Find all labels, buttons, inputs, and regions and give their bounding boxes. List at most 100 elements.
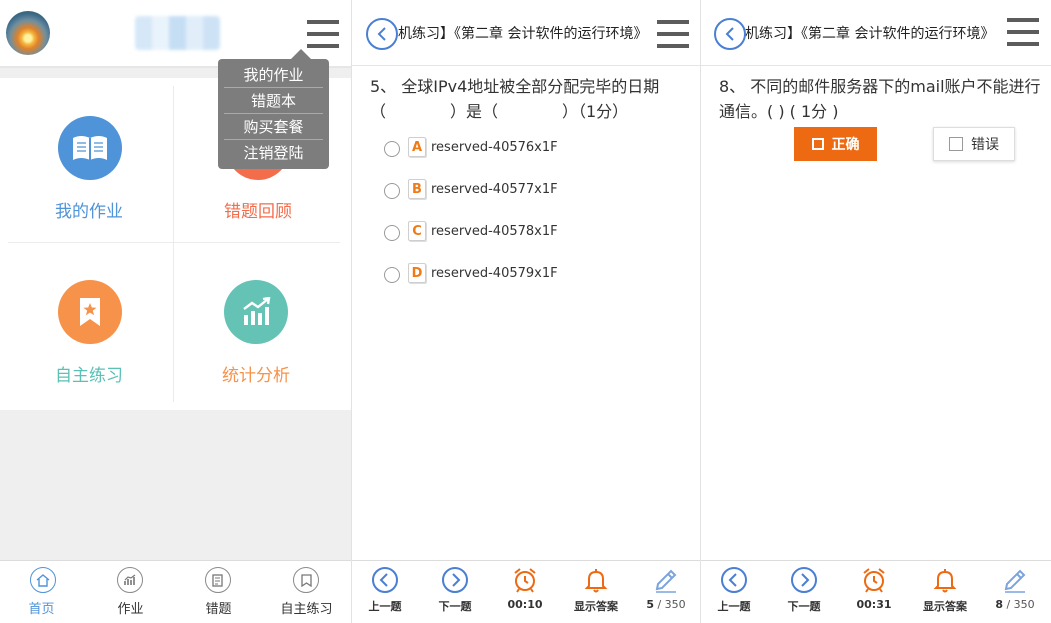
question-toolbar: 上一题 下一题 00:31 显示答案 8 / 350 [701, 560, 1051, 623]
option-text: reserved-40579x1F [431, 266, 558, 281]
question-panel-5: 机练习】《第二章 会计软件的运行环境》 5、 全球IPv4地址被全部分配完毕的日… [351, 0, 700, 623]
arrow-right-circle-icon [441, 566, 469, 594]
nav-label: 错题 [205, 602, 232, 617]
false-label: 错误 [971, 137, 999, 153]
show-answer-button[interactable]: 显示答案 [910, 561, 980, 623]
pencil-icon [652, 566, 680, 594]
back-button[interactable] [714, 18, 746, 50]
nav-label: 首页 [28, 602, 55, 617]
radio-button[interactable] [384, 141, 400, 157]
notebook-icon [205, 567, 231, 593]
tile-label: 错题回顾 [224, 202, 292, 222]
next-question-button[interactable]: 下一题 [769, 561, 839, 623]
chevron-left-icon [725, 27, 734, 41]
current-page: 5 [646, 598, 654, 611]
bottom-nav: 首页 作业 错题 自主练习 [0, 560, 351, 623]
page-counter: 5 / 350 [631, 598, 700, 611]
prev-question-button[interactable]: 上一题 [701, 561, 769, 623]
true-label: 正确 [831, 137, 860, 153]
question-header: 机练习】《第二章 会计软件的运行环境》 [352, 0, 700, 66]
question-progress[interactable]: 8 / 350 [980, 561, 1050, 623]
question-header: 机练习】《第二章 会计软件的运行环境》 [701, 0, 1051, 66]
question-text: 5、 全球IPv4地址被全部分配完毕的日期（ ）是（ ）（1分） [370, 77, 660, 121]
option-letter: A [408, 137, 426, 157]
timer-value: 00:31 [856, 598, 892, 611]
back-button[interactable] [366, 18, 398, 50]
menu-item-logout[interactable]: 注销登陆 [224, 140, 323, 166]
option-text: reserved-40578x1F [431, 224, 558, 239]
toolbar-label: 显示答案 [574, 600, 618, 613]
username-blurred [135, 16, 220, 50]
tile-label: 我的作业 [55, 202, 123, 222]
radio-button[interactable] [384, 267, 400, 283]
page-title: 机练习】《第二章 会计软件的运行环境》 [745, 26, 995, 42]
toolbar-label: 显示答案 [923, 600, 967, 613]
option-letter: B [408, 179, 426, 199]
page-counter: 8 / 350 [980, 598, 1050, 611]
option-text: reserved-40577x1F [431, 182, 558, 197]
option-letter: C [408, 221, 426, 241]
arrow-left-circle-icon [720, 566, 748, 594]
alarm-clock-icon [860, 566, 888, 594]
nav-wrong[interactable]: 错题 [175, 561, 262, 623]
toolbar-label: 上一题 [717, 600, 751, 613]
timer: 00:31 [839, 561, 909, 623]
total-pages: / 350 [653, 598, 686, 611]
total-pages: / 350 [1002, 598, 1035, 611]
avatar[interactable] [6, 11, 50, 55]
current-page: 8 [995, 598, 1003, 611]
tile-label: 自主练习 [55, 366, 123, 386]
radio-button[interactable] [384, 225, 400, 241]
nav-self-practice[interactable]: 自主练习 [263, 561, 350, 623]
tile-label: 统计分析 [222, 366, 290, 386]
timer: 00:10 [490, 561, 560, 623]
bar-chart-icon [224, 280, 288, 344]
bookmark-icon [293, 567, 319, 593]
nav-label: 自主练习 [280, 602, 333, 617]
bell-icon [931, 566, 959, 594]
chevron-left-icon [377, 27, 386, 41]
pencil-icon [1001, 566, 1029, 594]
false-button[interactable]: 错误 [933, 127, 1015, 161]
true-button[interactable]: 正确 [794, 127, 877, 161]
question-text: 8、 不同的邮件服务器下的mail账户不能进行通信。( ) ( 1分 ) [719, 77, 1041, 121]
hamburger-menu-icon[interactable] [307, 20, 339, 48]
show-answer-button[interactable]: 显示答案 [561, 561, 631, 623]
radio-button[interactable] [384, 183, 400, 199]
question-panel-8: 机练习】《第二章 会计软件的运行环境》 8、 不同的邮件服务器下的mail账户不… [700, 0, 1051, 623]
dropdown-menu: 我的作业 错题本 购买套餐 注销登陆 [218, 49, 329, 169]
question-toolbar: 上一题 下一题 00:10 显示答案 5 / 350 [352, 560, 700, 623]
tile-self-practice[interactable]: 自主练习 [0, 242, 173, 406]
bookmark-star-icon [58, 280, 122, 344]
alarm-clock-icon [511, 566, 539, 594]
home-panel: 我的作业 错题回顾 自主练习 统计分析 我的作业 错题本 购买套餐 注销登陆 首… [0, 0, 351, 623]
next-question-button[interactable]: 下一题 [420, 561, 490, 623]
menu-item-my-homework[interactable]: 我的作业 [224, 62, 323, 88]
home-icon [30, 567, 56, 593]
menu-item-wrong-book[interactable]: 错题本 [224, 88, 323, 114]
page-title: 机练习】《第二章 会计软件的运行环境》 [398, 26, 648, 42]
hamburger-menu-icon[interactable] [657, 20, 689, 48]
chart-icon [117, 567, 143, 593]
tile-my-homework[interactable]: 我的作业 [0, 78, 173, 242]
nav-label: 作业 [117, 602, 144, 617]
question-progress[interactable]: 5 / 350 [631, 561, 700, 623]
checkbox-icon [949, 137, 963, 151]
option-text: reserved-40576x1F [431, 140, 558, 155]
tile-statistics[interactable]: 统计分析 [173, 242, 346, 406]
menu-item-buy-package[interactable]: 购买套餐 [224, 114, 323, 140]
bell-icon [582, 566, 610, 594]
book-icon [58, 116, 122, 180]
checkbox-icon [811, 138, 824, 150]
nav-homework[interactable]: 作业 [87, 561, 174, 623]
arrow-left-circle-icon [371, 566, 399, 594]
prev-question-button[interactable]: 上一题 [352, 561, 420, 623]
toolbar-label: 上一题 [368, 600, 402, 613]
option-letter: D [408, 263, 426, 283]
nav-home[interactable]: 首页 [0, 561, 87, 623]
toolbar-label: 下一题 [438, 600, 472, 613]
hamburger-menu-icon[interactable] [1007, 18, 1039, 46]
toolbar-label: 下一题 [787, 600, 821, 613]
timer-value: 00:10 [507, 598, 543, 611]
arrow-right-circle-icon [790, 566, 818, 594]
